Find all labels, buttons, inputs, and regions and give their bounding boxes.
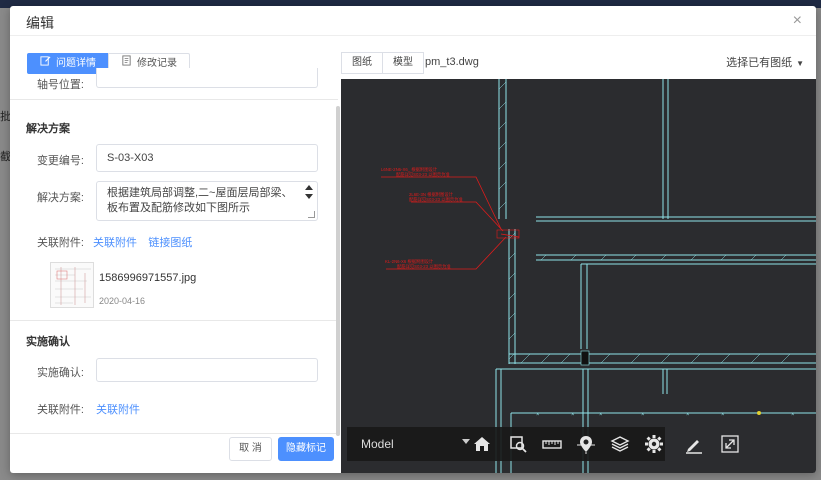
link-drawing-link[interactable]: 链接图纸 [148, 237, 192, 249]
attach-links-2: 关联附件 [96, 401, 140, 417]
home-icon[interactable] [471, 433, 493, 455]
axis-position-label: 轴号位置: [36, 79, 84, 91]
solution-textarea[interactable]: 根据建筑局部调整,二~屋面层局部梁、板布置及配筋修改如下图所示 [96, 181, 318, 221]
confirm-label: 实施确认: [36, 367, 84, 379]
attachment-date: 2020-04-16 [99, 296, 146, 306]
modal-title: 编辑 [26, 15, 54, 31]
issue-form-panel: 问题详情 修改记录 轴号位置: 解决方案 变更编号: S-03-X03 解决方案… [10, 46, 341, 473]
section-solution-title: 解决方案 [26, 123, 70, 135]
cancel-button[interactable]: 取 消 [229, 437, 272, 461]
viewer-toolbar: Model [347, 427, 665, 461]
caret-down-icon: ▼ [796, 59, 804, 68]
resize-handle-icon[interactable] [308, 211, 315, 218]
viewer-tabs: 图纸 模型 [341, 52, 424, 74]
change-no-label: 变更编号: [36, 155, 84, 167]
svg-text:×: × [599, 412, 603, 418]
markup-annotation-1-line2: 配筋详见S03-23 以图示为准 [396, 171, 450, 178]
drawing-filename: pm_t3.dwg [425, 56, 479, 68]
settings-icon[interactable] [643, 433, 665, 455]
markup-annotation-3-line2: 配筋详见S03-23 以图示为准 [397, 263, 451, 270]
confirm-textarea[interactable] [96, 358, 318, 382]
zoom-window-icon[interactable] [507, 433, 529, 455]
divider [10, 99, 338, 100]
tab-drawing[interactable]: 图纸 [341, 52, 383, 74]
form-scrollbar[interactable] [336, 106, 340, 436]
model-select[interactable]: Model [361, 437, 394, 451]
close-icon[interactable]: × [793, 12, 802, 30]
drawing-viewer-panel: 图纸 模型 pm_t3.dwg 选择已有图纸 ▼ × × × × × × × L… [341, 46, 816, 473]
svg-text:×: × [536, 412, 540, 418]
fullscreen-icon[interactable] [719, 433, 741, 455]
attachment-thumbnail[interactable] [50, 262, 94, 308]
attach-link-2[interactable]: 关联附件 [96, 404, 140, 416]
attach-link[interactable]: 关联附件 [93, 237, 137, 249]
locate-icon[interactable] [575, 433, 597, 455]
section-confirm-title: 实施确认 [26, 336, 70, 348]
modal-header: 编辑 × [10, 6, 816, 36]
edit-icon [40, 54, 51, 73]
tab-model[interactable]: 模型 [382, 52, 424, 74]
solution-label: 解决方案: [36, 192, 84, 204]
measure-icon[interactable] [541, 433, 563, 455]
caret-down-icon[interactable] [462, 439, 470, 444]
svg-text:×: × [721, 412, 725, 418]
divider [10, 320, 338, 321]
edit-modal: 编辑 × 问题详情 修改记录 轴号位置: 解决方案 变更编号: S-03-X03 [10, 6, 816, 473]
attachment-filename[interactable]: 1586996971557.jpg [99, 272, 196, 284]
change-no-input[interactable]: S-03-X03 [96, 144, 318, 172]
svg-text:×: × [571, 412, 575, 418]
markup-annotation-2-line2: 配筋详见S03-23 以图示为准 [409, 196, 463, 203]
stepper-down-icon[interactable] [305, 194, 313, 199]
tab-label: 问题详情 [56, 58, 96, 69]
select-drawing-label: 选择已有图纸 [726, 57, 793, 69]
attach-label: 关联附件: [36, 237, 84, 249]
hide-markup-button[interactable]: 隐藏标记 [278, 437, 334, 461]
cad-canvas[interactable]: × × × × × × × L6NE-2N6-X6_ 根据附图设计 配筋详见S03-23 以… [341, 79, 816, 473]
svg-text:×: × [791, 412, 795, 418]
attach-label-2: 关联附件: [36, 404, 84, 416]
layers-icon[interactable] [609, 433, 631, 455]
solution-text: 根据建筑局部调整,二~屋面层局部梁、板布置及配筋修改如下图所示 [107, 187, 293, 214]
svg-text:×: × [686, 412, 690, 418]
axis-position-input[interactable] [96, 68, 318, 88]
select-drawing-dropdown[interactable]: 选择已有图纸 ▼ [726, 54, 804, 70]
svg-text:×: × [641, 412, 645, 418]
markup-pen-icon[interactable] [683, 433, 705, 455]
cad-drawing: × × × × × × × L6NE-2N6-X6_ 根据附图设计 配筋详见S03-23 以… [381, 79, 816, 473]
stepper-up-icon[interactable] [305, 185, 313, 190]
attach-links: 关联附件 链接图纸 [93, 234, 192, 250]
divider [10, 433, 338, 434]
